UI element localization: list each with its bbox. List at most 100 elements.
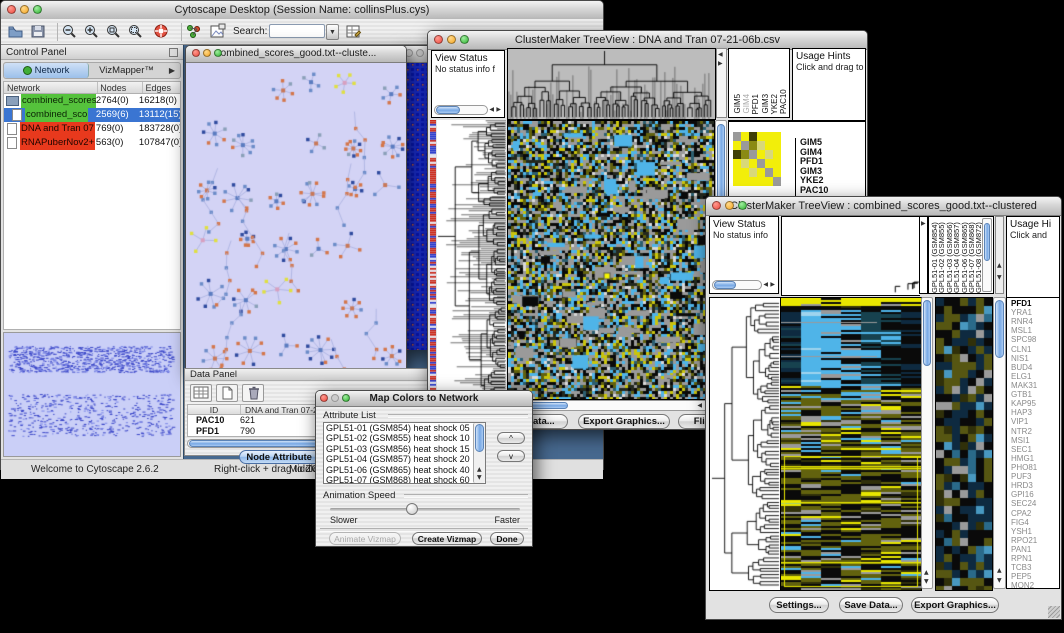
tv2-vscrollbar[interactable]: ▲ ▼ bbox=[921, 297, 933, 589]
view-status-scrollbar[interactable] bbox=[434, 105, 488, 115]
scroll-left-icon[interactable]: ◀ bbox=[763, 282, 768, 288]
create-vizmap-button[interactable]: Create Vizmap bbox=[412, 532, 482, 545]
gene-label[interactable]: PAN1 bbox=[1011, 545, 1059, 554]
tv2-save-data-button[interactable]: Save Data... bbox=[839, 597, 903, 613]
close-icon[interactable] bbox=[434, 35, 443, 44]
vizmapper-icon[interactable] bbox=[185, 23, 202, 40]
minimize-icon[interactable] bbox=[447, 35, 456, 44]
attribute-list[interactable]: GPL51-01 (GSM854) heat shock 05 minGPL51… bbox=[323, 422, 486, 484]
gene-label[interactable]: HRD3 bbox=[1011, 481, 1059, 490]
column-label[interactable]: GPL51-04 (GSM857) bbox=[953, 219, 960, 293]
zoom-out-icon[interactable] bbox=[61, 23, 78, 40]
gene-label[interactable]: SPC98 bbox=[1011, 335, 1059, 344]
tv2-column-dendrogram[interactable] bbox=[781, 216, 920, 296]
tv1-heatmap[interactable] bbox=[507, 120, 715, 400]
resize-grip[interactable] bbox=[1048, 606, 1060, 618]
network-list-row[interactable]: combined_sco2569(6)13112(15) bbox=[4, 108, 180, 122]
scrollbar-thumb[interactable] bbox=[717, 124, 725, 206]
gene-label[interactable]: SEC24 bbox=[1011, 499, 1059, 508]
tv1-export-graphics-button[interactable]: Export Graphics... bbox=[578, 414, 670, 429]
gene-label[interactable]: HAP3 bbox=[1011, 408, 1059, 417]
gene-label[interactable]: PFD1 bbox=[1011, 299, 1059, 308]
gene-label[interactable]: PHO81 bbox=[1011, 463, 1059, 472]
gene-label[interactable]: MON2 bbox=[1011, 581, 1059, 589]
scroll-down-icon[interactable]: ▼ bbox=[997, 275, 1002, 281]
gene-label[interactable]: RNR4 bbox=[1011, 317, 1059, 326]
column-label[interactable]: GIM4 bbox=[742, 94, 750, 114]
tv1-hscrollbar[interactable]: ◀ ▶ bbox=[507, 400, 713, 411]
scroll-down-icon[interactable]: ▼ bbox=[997, 578, 1002, 584]
gene-label[interactable]: RPN1 bbox=[1011, 554, 1059, 563]
network-window-title-bar[interactable]: combined_scores_good.txt--cluste... bbox=[186, 46, 406, 63]
tv1-row-dendrogram[interactable] bbox=[437, 120, 506, 398]
attribute-list-scrollbar[interactable]: ▲ ▼ bbox=[473, 423, 485, 483]
gene-label[interactable]: CLN1 bbox=[1011, 345, 1059, 354]
scrollbar-thumb[interactable] bbox=[436, 106, 460, 114]
network-list-row[interactable]: RNAPuberNov2+563(0)107847(0) bbox=[4, 136, 180, 150]
gene-label[interactable]: PEP5 bbox=[1011, 572, 1059, 581]
gene-label[interactable]: YSH1 bbox=[1011, 527, 1059, 536]
gene-label[interactable]: GTB1 bbox=[1011, 390, 1059, 399]
table-icon[interactable] bbox=[190, 384, 212, 402]
gene-label[interactable]: HMG1 bbox=[1011, 454, 1059, 463]
gene-label[interactable]: BUD4 bbox=[1011, 363, 1059, 372]
close-icon[interactable] bbox=[320, 394, 328, 402]
attribute-list-item[interactable]: GPL51-07 (GSM868) heat shock 60 min bbox=[324, 475, 472, 484]
gene-label[interactable]: GPI16 bbox=[1011, 490, 1059, 499]
gene-label[interactable]: MSL1 bbox=[1011, 326, 1059, 335]
move-up-button[interactable]: ^ bbox=[497, 432, 525, 444]
attribute-list-item[interactable]: GPL51-02 (GSM855) heat shock 10 min bbox=[324, 433, 472, 443]
speed-slider-track[interactable] bbox=[330, 508, 520, 511]
tabs-overflow-icon[interactable]: ▶ bbox=[164, 63, 180, 78]
move-down-button[interactable]: v bbox=[497, 450, 525, 462]
animate-vizmap-button[interactable]: Animate Vizmap bbox=[329, 532, 401, 545]
column-label[interactable]: GIM3 bbox=[761, 94, 769, 114]
open-file-icon[interactable] bbox=[7, 23, 24, 40]
scroll-left-icon[interactable]: ◀ bbox=[718, 52, 723, 58]
network-graph-canvas[interactable] bbox=[186, 63, 406, 372]
scroll-left-icon[interactable]: ◀ bbox=[489, 107, 494, 113]
scroll-up-icon[interactable]: ▲ bbox=[997, 568, 1002, 574]
zoom-window-icon[interactable] bbox=[342, 394, 350, 402]
treeview2-title-bar[interactable]: ClusterMaker TreeView : combined_scores_… bbox=[706, 197, 1061, 216]
zoom-window-icon[interactable] bbox=[214, 49, 222, 57]
gene-label[interactable]: NTR2 bbox=[1011, 427, 1059, 436]
scroll-right-icon[interactable]: ▶ bbox=[921, 221, 926, 227]
tv1-summary-matrix[interactable] bbox=[733, 132, 781, 186]
gene-label[interactable]: NIS1 bbox=[1011, 354, 1059, 363]
main-title-bar[interactable]: Cytoscape Desktop (Session Name: collins… bbox=[1, 1, 603, 20]
column-label[interactable]: GPL51-06 (GSM865) bbox=[961, 219, 968, 293]
new-doc-icon[interactable] bbox=[216, 384, 238, 402]
save-session-icon[interactable] bbox=[30, 23, 47, 40]
gene-label[interactable]: VIP1 bbox=[1011, 417, 1059, 426]
scrollbar-thumb[interactable] bbox=[995, 300, 1004, 358]
tab-vizmapper[interactable]: VizMapper™ bbox=[89, 63, 164, 78]
tv2-gene-scrollbar[interactable]: ▲ ▼ bbox=[993, 297, 1006, 589]
tv2-row-dendrogram[interactable] bbox=[709, 297, 780, 591]
scroll-up-icon[interactable]: ▲ bbox=[477, 467, 482, 473]
close-icon[interactable] bbox=[7, 5, 16, 14]
speed-slider-thumb[interactable] bbox=[406, 503, 418, 515]
tv1-column-dendrogram[interactable] bbox=[507, 48, 716, 120]
gene-label[interactable]: ELG1 bbox=[1011, 372, 1059, 381]
attribute-list-item[interactable]: GPL51-04 (GSM857) heat shock 20 min bbox=[324, 454, 472, 464]
snapshot-icon[interactable] bbox=[209, 23, 226, 40]
zoom-window-icon[interactable] bbox=[738, 201, 747, 210]
tv2-settings-button[interactable]: Settings... bbox=[769, 597, 829, 613]
trash-icon[interactable] bbox=[242, 384, 264, 402]
zoom-window-icon[interactable] bbox=[460, 35, 469, 44]
gene-label[interactable]: MAK31 bbox=[1011, 381, 1059, 390]
scrollbar-thumb[interactable] bbox=[714, 281, 736, 289]
close-icon[interactable] bbox=[712, 201, 721, 210]
column-label[interactable]: YKE2 bbox=[770, 94, 778, 114]
column-label[interactable]: PFD1 bbox=[751, 94, 759, 114]
zoom-in-icon[interactable] bbox=[83, 23, 100, 40]
zoom-window-icon[interactable] bbox=[33, 5, 42, 14]
network-list-row[interactable]: DNA and Tran 07769(0)183728(0) bbox=[4, 122, 180, 136]
gene-label[interactable]: FIG4 bbox=[1011, 518, 1059, 527]
data-panel-header[interactable]: Data Panel bbox=[185, 369, 431, 381]
scroll-left-icon[interactable]: ◀ bbox=[697, 403, 702, 409]
dialog-title-bar[interactable]: Map Colors to Network bbox=[316, 391, 532, 407]
close-icon[interactable] bbox=[192, 49, 200, 57]
minimize-icon[interactable] bbox=[416, 49, 424, 57]
